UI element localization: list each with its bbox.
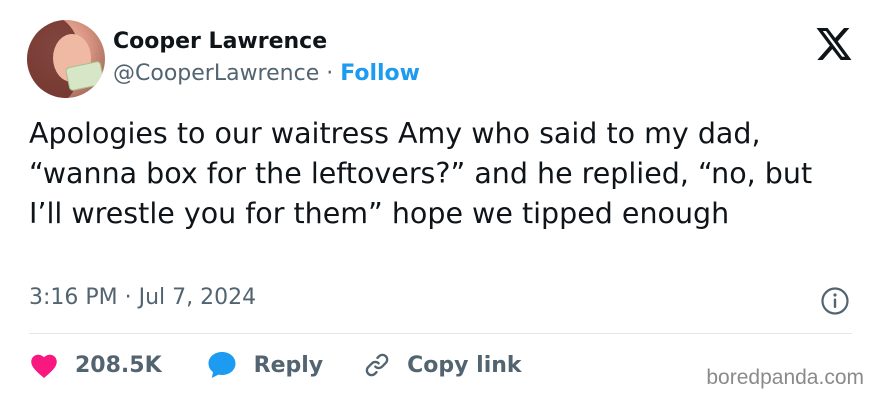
watermark: boredpanda.com (706, 366, 864, 389)
speech-bubble-icon (208, 352, 236, 378)
info-icon[interactable] (820, 286, 850, 316)
divider (29, 333, 852, 334)
author-name[interactable]: Cooper Lawrence (113, 29, 327, 54)
x-logo-icon[interactable] (816, 28, 852, 60)
action-bar: 208.5K Reply Copy link (29, 347, 522, 383)
handle-separator: · (319, 61, 341, 86)
author-handle-row: @CooperLawrence · Follow (113, 61, 420, 86)
follow-button[interactable]: Follow (340, 61, 420, 86)
tweet-timestamp[interactable]: 3:16 PM · Jul 7, 2024 (29, 285, 256, 310)
avatar[interactable] (27, 20, 105, 98)
like-button[interactable]: 208.5K (29, 352, 162, 379)
reply-button[interactable]: Reply (206, 350, 324, 380)
author-handle[interactable]: @CooperLawrence (113, 61, 319, 86)
copy-link-label: Copy link (407, 352, 522, 378)
copy-link-button[interactable]: Copy link (363, 351, 522, 379)
reply-label: Reply (253, 352, 324, 378)
heart-icon (31, 354, 57, 378)
link-icon (365, 353, 389, 377)
like-count: 208.5K (75, 352, 162, 378)
tweet-text: Apologies to our waitress Amy who said t… (29, 117, 813, 230)
